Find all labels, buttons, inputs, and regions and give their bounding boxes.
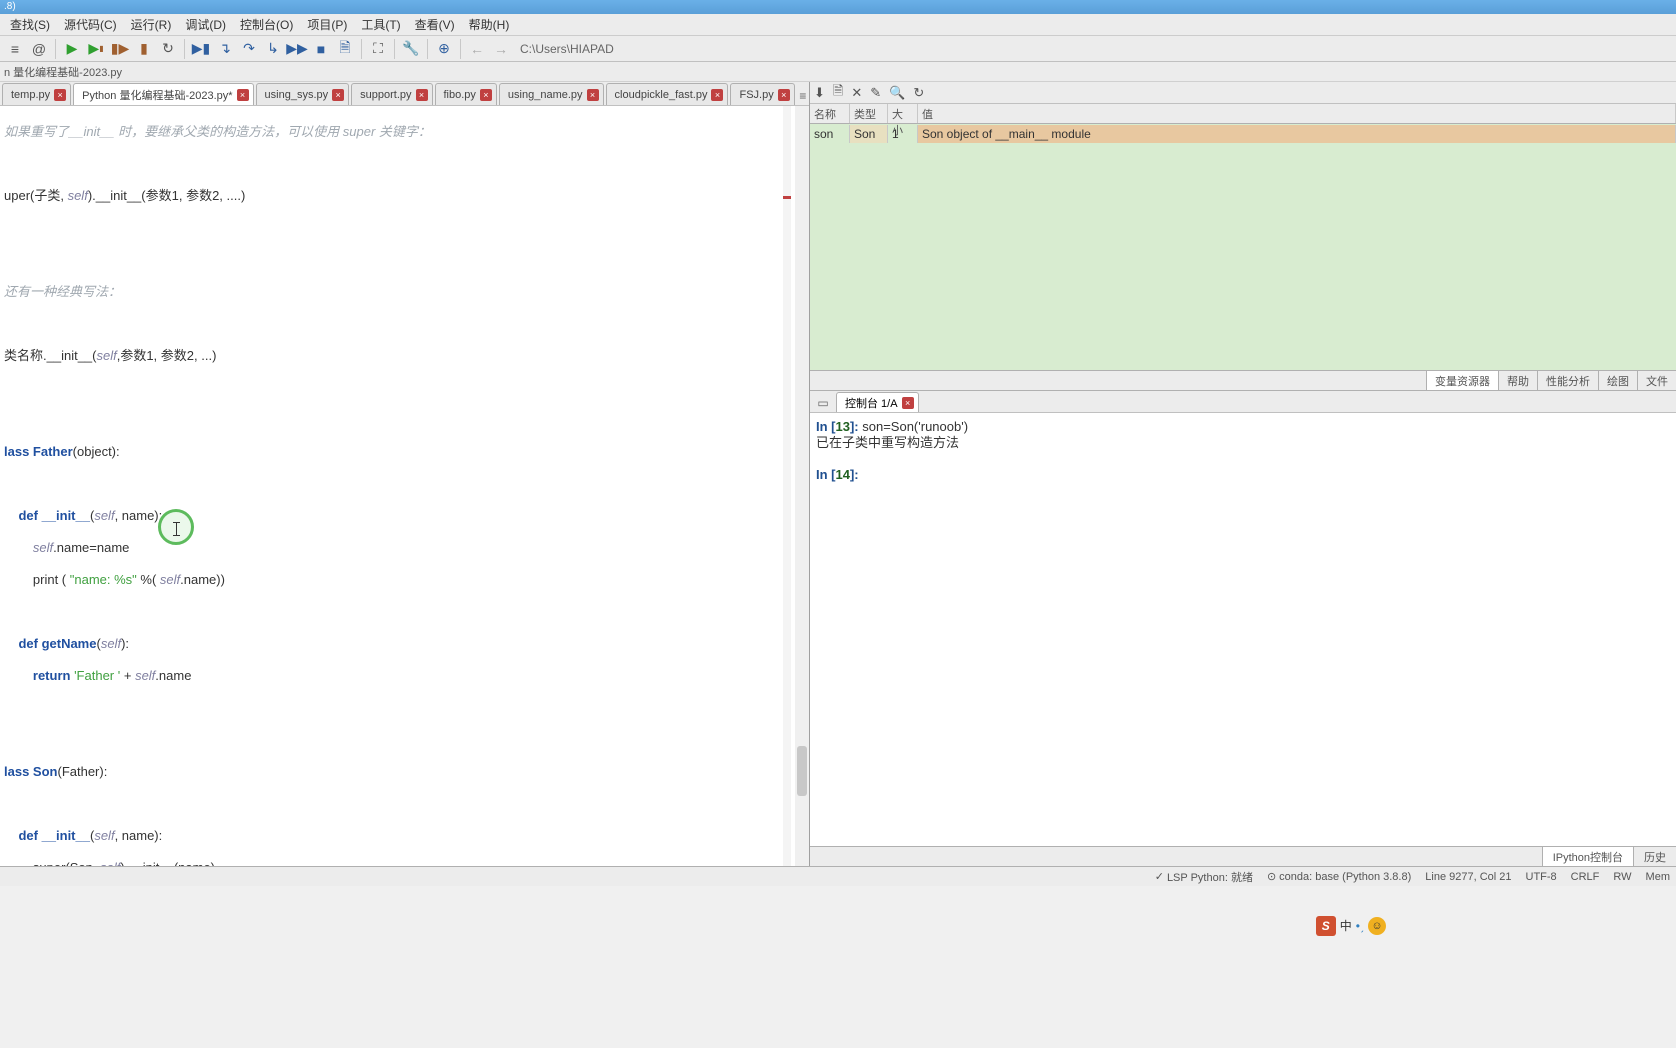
editor-scrollbar[interactable] [795,106,809,866]
toolbar-lines-icon[interactable]: ≡ [4,38,26,60]
status-mem[interactable]: Mem [1646,871,1670,883]
run-icon[interactable]: ▶ [61,38,83,60]
tab-temp[interactable]: temp.py× [2,83,71,105]
smiley-icon: ☺ [1368,917,1386,935]
main-toolbar: ≡ @ ▶ ▶▮ ▮▶ ▮ ↻ ▶▮ ↴ ↷ ↳ ▶▶ ■ 🗎 ⛶ 🔧 ⊕ ← … [0,36,1676,62]
console-entry-icon[interactable]: ▭ [814,394,832,412]
debug-step-out-icon[interactable]: ↳ [262,38,284,60]
close-icon[interactable]: × [587,89,599,101]
status-encoding[interactable]: UTF-8 [1526,871,1557,883]
variable-explorer-toolbar: ⬇ 🗎 ✕ ✎ 🔍 ↻ [810,82,1676,104]
menu-view[interactable]: 查看(V) [409,14,461,35]
debug-step-into-icon[interactable]: ↴ [214,38,236,60]
close-icon[interactable]: × [54,89,66,101]
edit-icon[interactable]: ✎ [870,85,881,101]
debug-file-icon[interactable]: 🗎 [334,38,356,60]
menu-project[interactable]: 项目(P) [301,14,353,35]
tab-using-name[interactable]: using_name.py× [499,83,604,105]
debug-step-over-icon[interactable]: ↷ [238,38,260,60]
clear-icon[interactable]: ✕ [851,85,862,101]
sogou-icon: S [1316,916,1336,936]
tab-profiler[interactable]: 性能分析 [1537,371,1598,390]
tab-ipython-console[interactable]: IPython控制台 [1542,847,1633,866]
tab-fibo[interactable]: fibo.py× [435,83,497,105]
tab-quant[interactable]: Python 量化编程基础-2023.py*× [73,83,253,105]
ipython-console[interactable]: In [13]: son=Son('runoob') 已在子类中重写构造方法 I… [810,413,1676,846]
menu-source[interactable]: 源代码(C) [58,14,123,35]
run-cell-advance-icon[interactable]: ▮▶ [109,38,131,60]
status-conda[interactable]: ⊙ conda: base (Python 3.8.8) [1267,870,1411,883]
text-caret-icon [176,522,177,536]
close-icon[interactable]: × [778,89,790,101]
console-bottom-tabs: IPython控制台 历史 [810,846,1676,866]
var-header-size[interactable]: 大小 [888,104,918,123]
close-icon[interactable]: × [237,89,249,101]
tabs-overflow-icon[interactable]: ≡ [797,87,809,105]
python-icon[interactable]: ⊕ [433,38,455,60]
ime-indicator[interactable]: S 中 •ˏ ☺ [1316,916,1386,936]
run-cell-icon[interactable]: ▶▮ [85,38,107,60]
menu-tools[interactable]: 工具(T) [355,14,406,35]
warning-marker[interactable] [783,196,791,199]
tab-using-sys[interactable]: using_sys.py× [256,83,350,105]
menu-debug[interactable]: 调试(D) [179,14,232,35]
breadcrumb: n 量化编程基础-2023.py [0,62,1676,82]
tab-variable-explorer[interactable]: 变量资源器 [1426,371,1498,390]
console-tab[interactable]: 控制台 1/A × [836,392,919,412]
save-data-icon[interactable]: 🗎 [833,82,843,104]
debug-pause-start-icon[interactable]: ▶▮ [190,38,212,60]
tab-plots[interactable]: 绘图 [1598,371,1637,390]
var-header-value[interactable]: 值 [918,104,1676,123]
code-editor[interactable]: 如果重写了__init__ 时，要继承父类的构造方法，可以使用 super 关键… [0,106,809,866]
tab-help[interactable]: 帮助 [1498,371,1537,390]
search-icon[interactable]: 🔍 [889,85,905,101]
close-icon[interactable]: × [480,89,492,101]
menu-help[interactable]: 帮助(H) [463,14,516,35]
menu-bar: 查找(S) 源代码(C) 运行(R) 调试(D) 控制台(O) 项目(P) 工具… [0,14,1676,36]
menu-find[interactable]: 查找(S) [4,14,56,35]
tab-files[interactable]: 文件 [1637,371,1676,390]
close-icon[interactable]: × [711,89,723,101]
variable-row[interactable]: son Son 1 Son object of __main__ module [810,124,1676,144]
tab-support[interactable]: support.py× [351,83,432,105]
close-icon[interactable]: × [332,89,344,101]
status-lsp[interactable]: ✓ LSP Python: 就绪 [1155,869,1253,885]
close-icon[interactable]: × [416,89,428,101]
menu-console[interactable]: 控制台(O) [234,14,299,35]
maximize-icon[interactable]: ⛶ [367,38,389,60]
close-icon[interactable]: × [902,397,914,409]
status-rw[interactable]: RW [1613,871,1631,883]
import-icon[interactable]: ⬇ [814,85,825,101]
run-step-icon[interactable]: ▮ [133,38,155,60]
tab-cloudpickle[interactable]: cloudpickle_fast.py× [606,83,729,105]
title-bar: .8) [0,0,1676,14]
tab-fsj[interactable]: FSJ.py× [730,83,794,105]
debug-continue-icon[interactable]: ▶▶ [286,38,308,60]
debug-stop-icon[interactable]: ■ [310,38,332,60]
nav-forward-icon[interactable]: → [490,38,512,60]
var-header-name[interactable]: 名称 [810,104,850,123]
right-panel-tabs: 变量资源器 帮助 性能分析 绘图 文件 [810,370,1676,390]
variable-explorer: 名称 类型 大小 值 son Son 1 Son object of __mai… [810,104,1676,370]
status-bar: ✓ LSP Python: 就绪 ⊙ conda: base (Python 3… [0,866,1676,886]
toolbar-at-icon[interactable]: @ [28,38,50,60]
wrench-icon[interactable]: 🔧 [400,38,422,60]
tab-history[interactable]: 历史 [1633,847,1676,866]
nav-back-icon[interactable]: ← [466,38,488,60]
working-dir: C:\Users\HIAPAD [520,42,614,56]
status-linecol[interactable]: Line 9277, Col 21 [1425,871,1511,883]
var-header-type[interactable]: 类型 [850,104,888,123]
menu-run[interactable]: 运行(R) [125,14,178,35]
rerun-icon[interactable]: ↻ [157,38,179,60]
editor-tabs: temp.py× Python 量化编程基础-2023.py*× using_s… [0,82,809,106]
refresh-icon[interactable]: ↻ [913,85,924,101]
status-eol[interactable]: CRLF [1571,871,1600,883]
console-tabs-row: ▭ 控制台 1/A × [810,391,1676,413]
